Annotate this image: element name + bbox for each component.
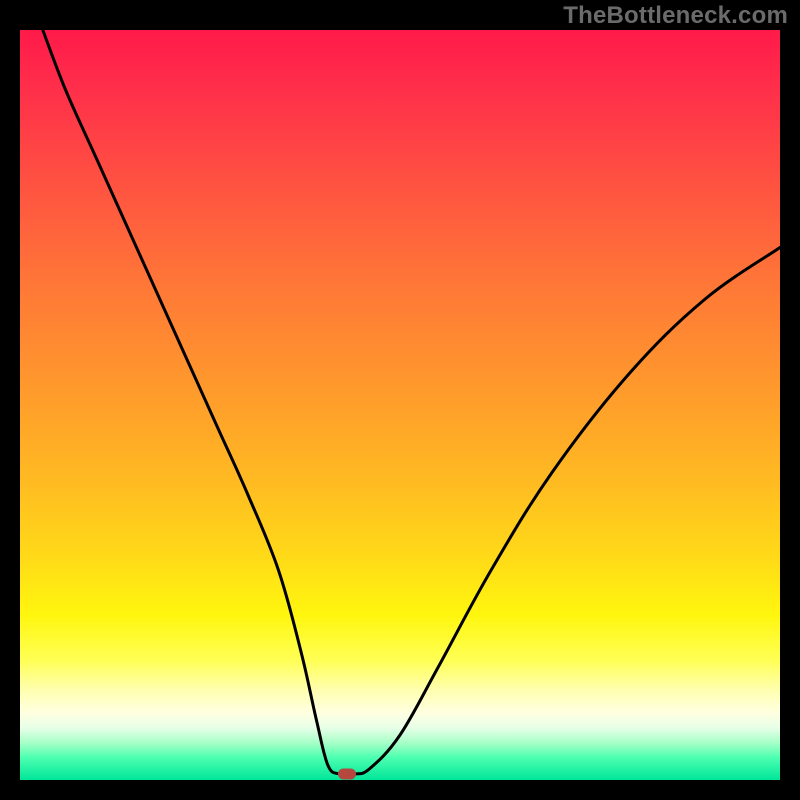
target-point-marker <box>338 769 356 780</box>
curve-layer <box>20 30 780 780</box>
plot-area <box>20 30 780 780</box>
chart-frame: TheBottleneck.com <box>0 0 800 800</box>
watermark-text: TheBottleneck.com <box>563 2 788 30</box>
bottleneck-curve <box>43 30 780 775</box>
